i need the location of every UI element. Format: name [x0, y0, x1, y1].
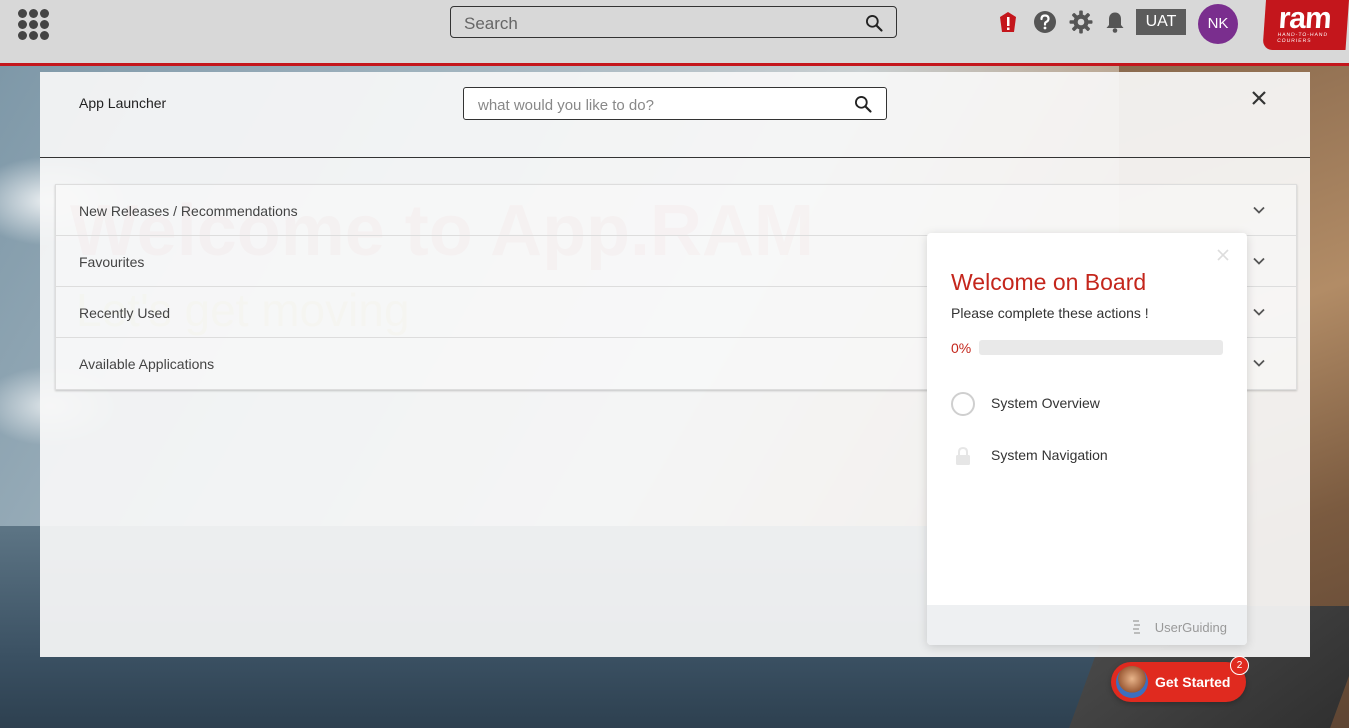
userguiding-logo-icon — [1133, 620, 1140, 634]
section-label: Favourites — [79, 254, 145, 270]
guide-avatar — [1116, 666, 1148, 698]
apps-grid-icon[interactable] — [18, 9, 50, 41]
search-icon[interactable] — [864, 13, 884, 33]
close-icon[interactable] — [1216, 248, 1230, 262]
company-logo[interactable]: ram HAND-TO-HAND COURIERS — [1262, 0, 1349, 50]
onboarding-footer: UserGuiding — [927, 605, 1247, 645]
app-launcher-title: App Launcher — [79, 95, 167, 111]
notification-badge: 2 — [1230, 656, 1249, 675]
search-icon[interactable] — [853, 94, 873, 114]
step-label: System Overview — [991, 395, 1100, 411]
step-label: System Navigation — [991, 447, 1108, 463]
close-icon[interactable] — [1250, 89, 1268, 107]
userguiding-brand[interactable]: UserGuiding — [1155, 620, 1227, 635]
global-search-box — [450, 6, 897, 38]
app-launcher-header: App Launcher — [40, 72, 1310, 158]
onboarding-checklist: Welcome on Board Please complete these a… — [927, 233, 1247, 645]
launcher-search-box — [463, 87, 887, 120]
chevron-down-icon — [1253, 359, 1265, 367]
step-system-overview[interactable]: System Overview — [951, 392, 1231, 418]
logo-wordmark: ram — [1277, 2, 1332, 35]
chevron-down-icon — [1253, 206, 1265, 214]
environment-badge: UAT — [1136, 9, 1186, 35]
gear-icon[interactable] — [1069, 10, 1093, 34]
lock-icon — [956, 446, 970, 465]
get-started-button[interactable]: Get Started 2 — [1111, 656, 1249, 702]
section-new-releases[interactable]: New Releases / Recommendations — [56, 185, 1296, 236]
section-label: Available Applications — [79, 356, 215, 372]
progress-percent: 0% — [951, 340, 972, 356]
chevron-down-icon — [1253, 257, 1265, 265]
top-navigation-bar: UAT NK ram HAND-TO-HAND COURIERS — [0, 0, 1349, 66]
step-system-navigation[interactable]: System Navigation — [951, 444, 1231, 470]
gift-icon[interactable] — [996, 10, 1020, 34]
section-label: New Releases / Recommendations — [79, 203, 298, 219]
launcher-search-input[interactable] — [476, 94, 840, 116]
get-started-label: Get Started — [1155, 674, 1231, 690]
user-avatar[interactable]: NK — [1198, 4, 1238, 44]
global-search-input[interactable] — [462, 12, 846, 36]
progress-bar — [979, 340, 1223, 355]
logo-tagline: HAND-TO-HAND COURIERS — [1276, 32, 1329, 44]
help-icon[interactable] — [1033, 10, 1057, 34]
bell-icon[interactable] — [1103, 10, 1127, 34]
chevron-down-icon — [1253, 308, 1265, 316]
onboarding-heading: Welcome on Board — [951, 269, 1147, 295]
section-label: Recently Used — [79, 305, 171, 321]
step-circle-icon — [951, 392, 975, 416]
onboarding-subheading: Please complete these actions ! — [951, 305, 1149, 321]
